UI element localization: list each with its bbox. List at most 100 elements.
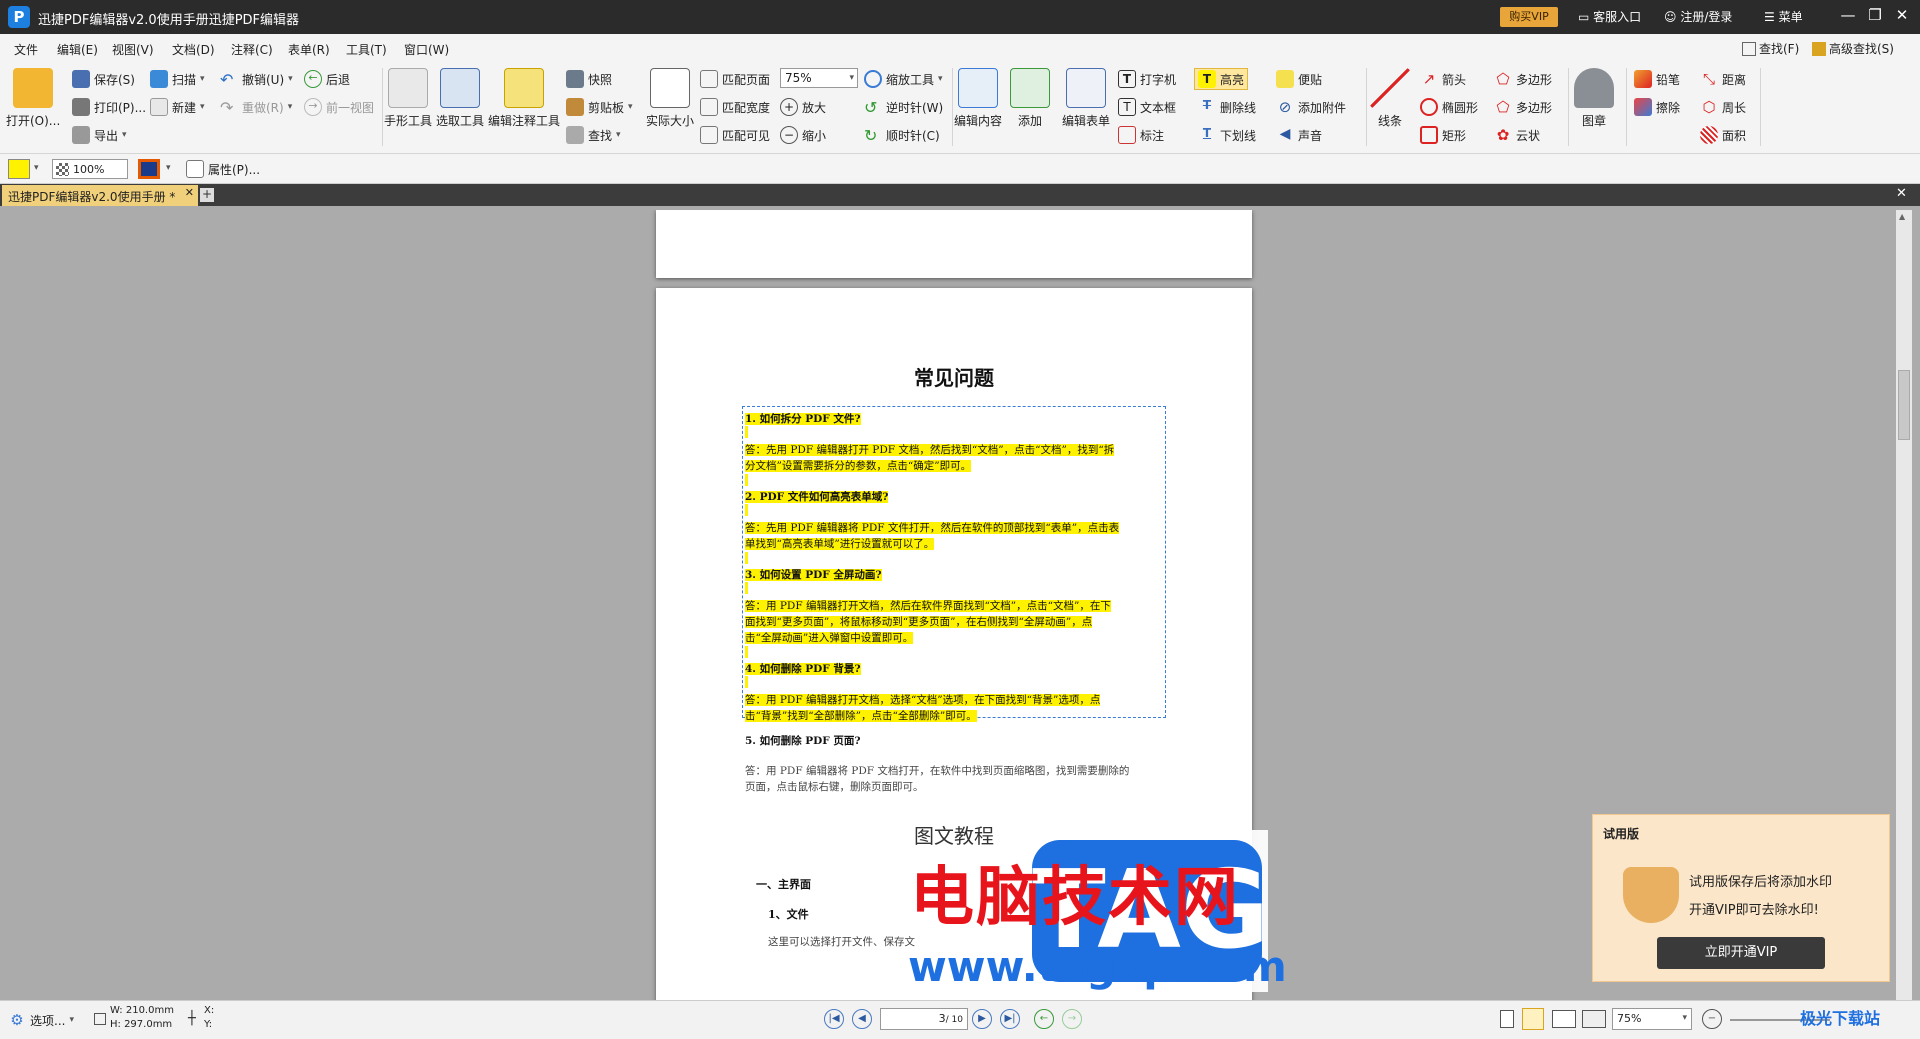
clipboard-button[interactable]: 剪贴板 ▾: [566, 98, 633, 116]
sticky-note-button[interactable]: 便贴: [1276, 70, 1322, 88]
line-button[interactable]: 线条: [1370, 68, 1410, 129]
actual-size-button[interactable]: 实际大小: [646, 68, 694, 129]
back-button[interactable]: ← 后退: [304, 70, 350, 88]
menu-file[interactable]: 文件: [14, 41, 38, 58]
edit-annotation-button[interactable]: 编辑注释工具: [488, 68, 560, 129]
opacity-select[interactable]: 100%: [52, 159, 128, 179]
eraser-button[interactable]: 擦除: [1634, 98, 1680, 116]
callout-button[interactable]: 标注: [1118, 126, 1164, 144]
menu-view[interactable]: 视图(V): [112, 41, 154, 58]
next-page-button[interactable]: ▶: [972, 1009, 992, 1029]
login-button[interactable]: ☺ 注册/登录: [1664, 8, 1732, 25]
area-button[interactable]: 面积: [1700, 126, 1746, 144]
minimize-button[interactable]: —: [1836, 6, 1860, 24]
textbox-button[interactable]: T 文本框: [1118, 98, 1176, 116]
zoom-tool-button[interactable]: 缩放工具 ▾: [864, 70, 943, 88]
rectangle-button[interactable]: 矩形: [1420, 126, 1466, 144]
status-zoom-select[interactable]: 75% ▾: [1612, 1008, 1692, 1030]
vertical-scrollbar[interactable]: ▲: [1896, 210, 1912, 1000]
perimeter-button[interactable]: ⬡ 周长: [1700, 98, 1746, 116]
fit-page-button[interactable]: 匹配页面: [700, 70, 770, 88]
close-button[interactable]: ✕: [1890, 6, 1914, 24]
back-view-button[interactable]: ←: [1034, 1009, 1054, 1029]
find-button[interactable]: 查找(F): [1742, 40, 1799, 57]
buy-vip-button[interactable]: 购买VIP: [1500, 7, 1558, 27]
zoom-out-button[interactable]: − 缩小: [780, 126, 826, 144]
service-button[interactable]: ▭ 客服入口: [1578, 8, 1641, 25]
underline-button[interactable]: T 下划线: [1198, 126, 1256, 144]
save-button[interactable]: 保存(S): [72, 70, 135, 88]
add-button[interactable]: 添加: [1010, 68, 1050, 129]
chevron-down-icon[interactable]: ▾: [166, 163, 171, 173]
snapshot-button[interactable]: 快照: [566, 70, 612, 88]
menu-window[interactable]: 窗口(W): [404, 41, 449, 58]
new-button[interactable]: 新建 ▾: [150, 98, 205, 116]
single-page-icon[interactable]: [1500, 1010, 1514, 1028]
options-button[interactable]: ⚙ 选项... ▾: [8, 1011, 74, 1029]
open-button[interactable]: 打开(O)...: [6, 68, 60, 129]
distance-button[interactable]: ⤡ 距离: [1700, 70, 1746, 88]
page-number-input[interactable]: 3/ 10: [880, 1008, 968, 1030]
typewriter-button[interactable]: T 打字机: [1118, 70, 1176, 88]
continuous-facing-icon[interactable]: [1582, 1010, 1606, 1028]
pencil-button[interactable]: 铅笔: [1634, 70, 1680, 88]
maximize-button[interactable]: ❐: [1863, 6, 1887, 24]
menu-edit[interactable]: 编辑(E): [57, 41, 98, 58]
first-page-button[interactable]: |◀: [824, 1009, 844, 1029]
select-tool-button[interactable]: 选取工具: [436, 68, 484, 129]
rotate-ccw-button[interactable]: ↺ 逆时针(W): [864, 98, 943, 117]
scroll-thumb[interactable]: [1898, 370, 1910, 440]
menu-document[interactable]: 文档(D): [172, 41, 215, 58]
open-vip-button[interactable]: 立即开通VIP: [1657, 937, 1825, 969]
print-button[interactable]: 打印(P)...▾: [72, 98, 155, 116]
zoom-in-button[interactable]: + 放大: [780, 98, 826, 116]
document-tab[interactable]: 迅捷PDF编辑器v2.0使用手册 * ✕: [2, 185, 198, 206]
continuous-page-icon[interactable]: [1522, 1008, 1544, 1030]
export-button[interactable]: 导出 ▾: [72, 126, 127, 144]
cloud-button[interactable]: ✿ 云状: [1494, 126, 1540, 144]
menu-tools[interactable]: 工具(T): [346, 41, 387, 58]
trial-popup: 试用版 试用版保存后将添加水印 开通VIP即可去除水印! 立即开通VIP: [1592, 814, 1890, 982]
highlight-button[interactable]: T 高亮: [1194, 68, 1249, 90]
forward-view-button[interactable]: →: [1062, 1009, 1082, 1029]
fit-width-button[interactable]: 匹配宽度: [700, 98, 770, 116]
zoom-select[interactable]: 75% ▾: [780, 68, 858, 88]
facing-page-icon[interactable]: [1552, 1010, 1576, 1028]
chevron-down-icon[interactable]: ▾: [34, 163, 39, 173]
fit-visible-button[interactable]: 匹配可见: [700, 126, 770, 144]
close-tab-icon[interactable]: ✕: [185, 186, 194, 199]
undo-button[interactable]: ↶ 撤销(U) ▾: [220, 70, 293, 89]
question-5: 5. 如何删除 PDF 页面?: [745, 735, 861, 747]
zoom-out-status-button[interactable]: −: [1702, 1009, 1722, 1029]
scan-button[interactable]: 扫描 ▾: [150, 70, 205, 88]
sound-button[interactable]: ◀ 声音: [1276, 126, 1322, 144]
scroll-up-icon[interactable]: ▲: [1899, 212, 1905, 221]
fill-color-swatch[interactable]: [8, 159, 30, 179]
textbox-icon: T: [1118, 98, 1136, 116]
rotate-cw-button[interactable]: ↻ 顺时针(C): [864, 126, 940, 145]
properties-bar: ▾ 100% ▾ 属性(P)...: [0, 154, 1920, 184]
border-color-swatch[interactable]: [138, 159, 160, 179]
strikethrough-button[interactable]: T 删除线: [1198, 98, 1256, 116]
previous-view-button[interactable]: → 前一视图: [304, 98, 374, 116]
polyline-button[interactable]: ⬠ 多边形: [1494, 98, 1552, 116]
attach-button[interactable]: ⊘ 添加附件: [1276, 98, 1346, 116]
stamp-button[interactable]: 图章: [1574, 68, 1614, 129]
menu-button[interactable]: ☰ 菜单: [1764, 8, 1803, 25]
close-document-icon[interactable]: ✕: [1896, 186, 1907, 201]
properties-button[interactable]: 属性(P)...: [186, 160, 260, 178]
hand-tool-button[interactable]: 手形工具: [384, 68, 432, 129]
search-button[interactable]: 查找 ▾: [566, 126, 621, 144]
polygon-button[interactable]: ⬠ 多边形: [1494, 70, 1552, 88]
arrow-button[interactable]: ↗ 箭头: [1420, 70, 1466, 88]
new-tab-button[interactable]: +: [200, 188, 214, 202]
edit-form-button[interactable]: 编辑表单: [1062, 68, 1110, 129]
previous-page-button[interactable]: ◀: [852, 1009, 872, 1029]
menu-form[interactable]: 表单(R): [288, 41, 330, 58]
last-page-button[interactable]: ▶|: [1000, 1009, 1020, 1029]
edit-content-button[interactable]: 编辑内容: [954, 68, 1002, 129]
redo-button[interactable]: ↷ 重做(R) ▾: [220, 98, 292, 117]
ellipse-button[interactable]: 椭圆形: [1420, 98, 1478, 116]
menu-comment[interactable]: 注释(C): [231, 41, 273, 58]
advanced-find-button[interactable]: 高级查找(S): [1812, 40, 1894, 57]
